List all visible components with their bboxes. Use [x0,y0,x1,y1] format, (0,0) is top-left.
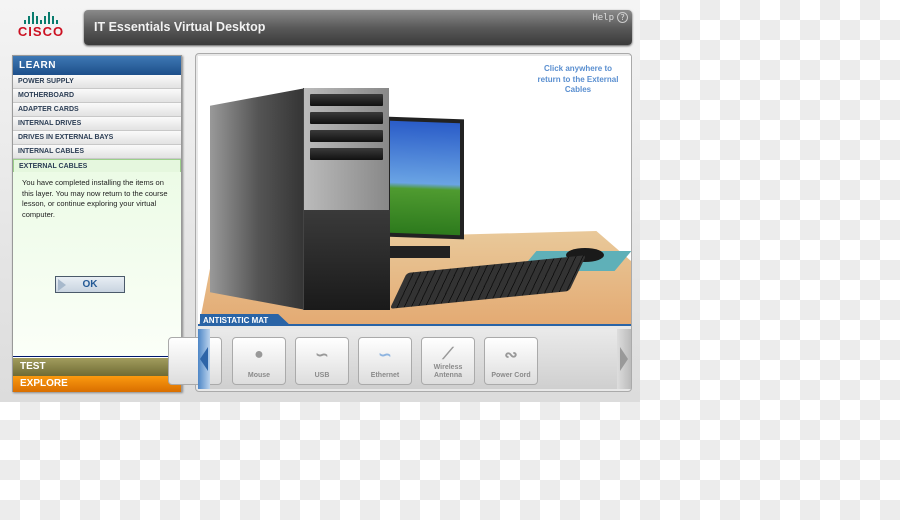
tray-prev-arrow[interactable] [198,329,210,389]
sidebar: LEARN POWER SUPPLY MOTHERBOARD ADAPTER C… [12,55,182,392]
antistatic-mat-label: ANTISTATIC MAT [200,314,292,324]
sidebar-item-internal-cables[interactable]: INTERNAL CABLES [13,145,181,159]
power-cord-icon: ∾ [504,347,518,364]
help-button[interactable]: Help? [592,12,628,23]
tray-item-mouse[interactable]: ● Mouse [232,337,286,385]
completion-message: You have completed installing the items … [22,178,168,219]
sidebar-item-adapter-cards[interactable]: ADAPTER CARDS [13,103,181,117]
sidebar-item-drives-external-bays[interactable]: DRIVES IN EXTERNAL BAYS [13,131,181,145]
component-tray: ● Mouse ∽ USB ∽ Ethernet ⟋ Wireless Antenna … [168,329,631,389]
app-title: IT Essentials Virtual Desktop [94,20,266,34]
computer-scene[interactable]: Click anywhere to return to the External… [198,56,631,326]
tray-item-partial[interactable] [168,337,222,385]
test-section-button[interactable]: TEST [13,358,181,376]
sidebar-item-power-supply[interactable]: POWER SUPPLY [13,75,181,89]
help-label: Help [592,12,614,23]
ok-button[interactable]: OK [55,276,125,293]
sidebar-item-motherboard[interactable]: MOTHERBOARD [13,89,181,103]
explore-section-button[interactable]: EXPLORE [13,376,181,392]
tray-item-wireless-antenna[interactable]: ⟋ Wireless Antenna [421,337,475,385]
message-panel: You have completed installing the items … [13,172,181,357]
partial-item-icon [169,342,221,368]
tray-item-usb[interactable]: ∽ USB [295,337,349,385]
mouse-icon: ● [254,346,264,363]
header-bar: IT Essentials Virtual Desktop Help? [84,10,632,45]
tray-item-ethernet[interactable]: ∽ Ethernet [358,337,412,385]
app-window: CISCO IT Essentials Virtual Desktop Help… [0,0,640,402]
cisco-logo: CISCO [14,12,68,42]
learn-section-header[interactable]: LEARN [13,56,181,75]
return-hint: Click anywhere to return to the External… [537,64,619,94]
monitor-stand [390,246,450,258]
usb-cable-icon: ∽ [315,347,329,364]
monitor [386,116,464,240]
main-panel: Click anywhere to return to the External… [168,53,632,392]
sidebar-item-internal-drives[interactable]: INTERNAL DRIVES [13,117,181,131]
computer-tower-front [303,88,390,310]
question-circle-icon: ? [617,12,628,23]
tray-item-power-cord[interactable]: ∾ Power Cord [484,337,538,385]
sidebar-item-external-cables[interactable]: EXTERNAL CABLES [13,159,181,173]
tray-next-arrow[interactable] [617,329,631,389]
ethernet-cable-icon: ∽ [378,347,392,364]
